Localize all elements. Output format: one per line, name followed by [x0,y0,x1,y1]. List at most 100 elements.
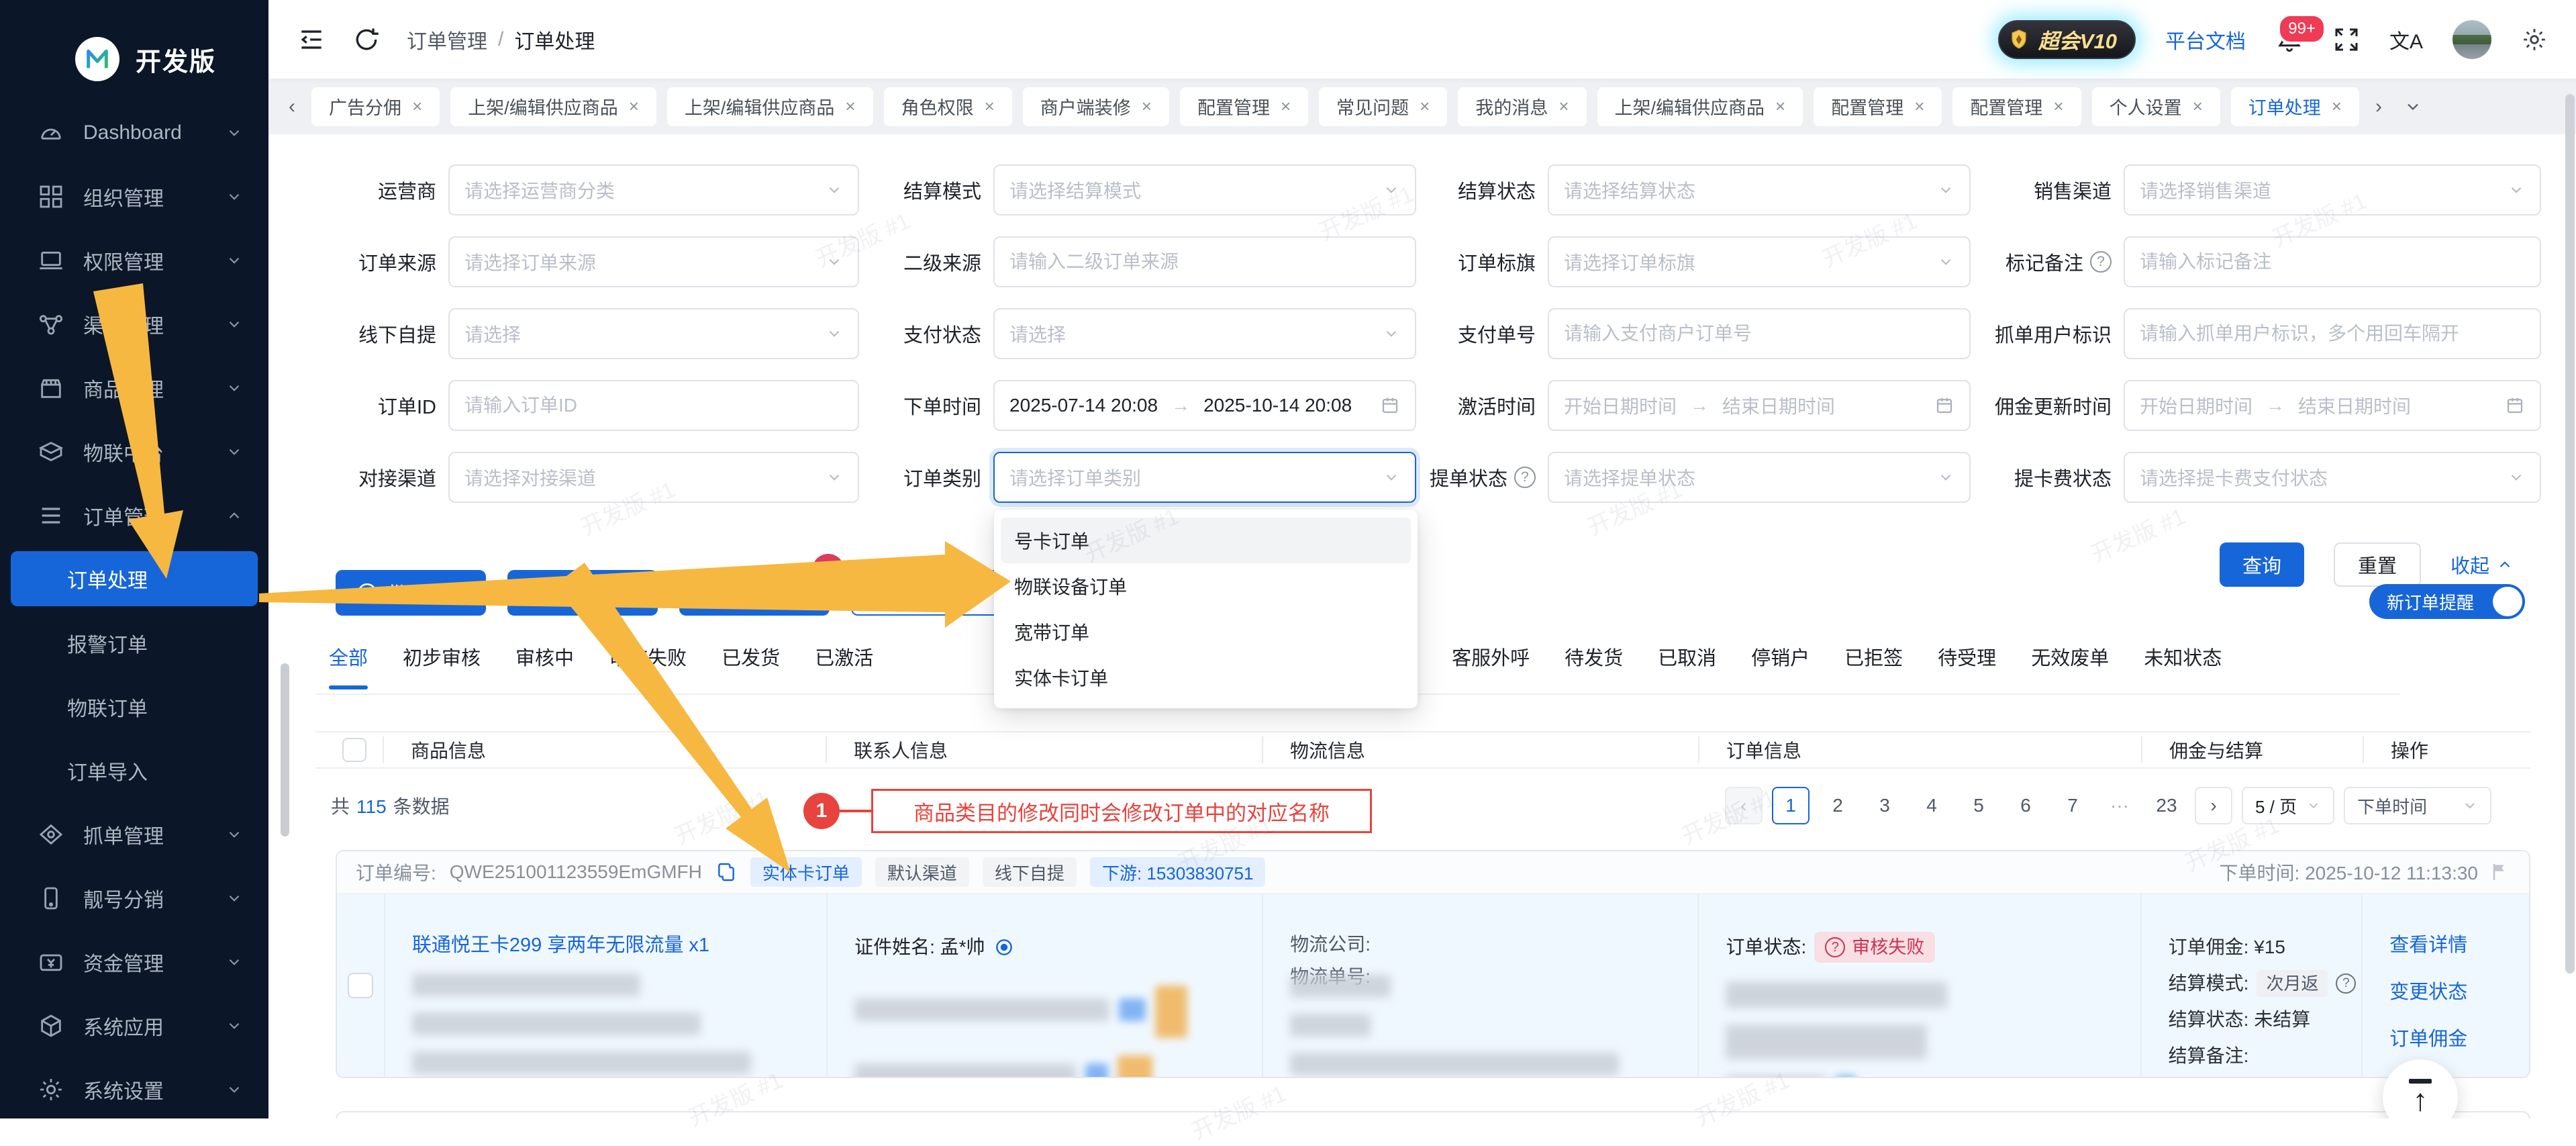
close-icon[interactable]: × [412,96,422,117]
close-icon[interactable]: × [2332,96,2342,117]
secondary-source-input[interactable] [993,236,1416,287]
close-icon[interactable]: × [1420,96,1430,117]
avatar[interactable] [2453,20,2491,59]
status-tab[interactable]: 无效废单 [2031,642,2109,671]
breadcrumb-section[interactable]: 订单管理 [407,25,487,54]
mark-remark-input[interactable] [2124,236,2541,287]
pick-order-status-select[interactable]: 请选择提单状态 [1548,452,1971,503]
pay-order-no-input[interactable] [1548,308,1971,359]
dropdown-option-iot-device[interactable]: 物联设备订单 [1001,563,1411,609]
page-button[interactable]: 1 [1772,787,1810,824]
tab-merchant-decorate[interactable]: 商户端装修× [1023,87,1169,126]
page-button[interactable]: 5 [1960,787,1997,824]
close-icon[interactable]: × [985,96,995,117]
tabs-next-icon[interactable]: › [2370,95,2387,118]
close-icon[interactable]: × [845,96,855,117]
close-icon[interactable]: × [629,96,639,117]
order-source-select[interactable]: 请选择订单来源 [448,236,859,287]
commission-update-time-range[interactable]: 开始日期时间 → 结束日期时间 [2124,380,2541,431]
tab-config-2[interactable]: 配置管理× [1814,87,1942,126]
close-icon[interactable]: × [1775,96,1785,117]
status-tab[interactable]: 待发货 [1565,642,1623,671]
collapse-filters-link[interactable]: 收起 [2450,551,2514,579]
offline-pickup-select[interactable]: 请选择 [448,308,859,359]
tab-ad-commission[interactable]: 广告分佣× [311,87,440,126]
status-tab[interactable]: 已发货 [722,642,780,671]
fullscreen-icon[interactable] [2333,26,2360,53]
settings-gear-icon[interactable] [2521,26,2548,53]
sidebar-subitem-iot-order[interactable]: 物联订单 [0,675,268,738]
card-fee-status-select[interactable]: 请选择提卡费支付状态 [2124,452,2541,503]
sidebar-item-fund[interactable]: 资金管理 [0,930,268,994]
select-all-checkbox[interactable] [342,738,366,762]
status-tab-all[interactable]: 全部 [329,642,368,671]
sidebar-item-iot[interactable]: 物联中台 [0,420,268,483]
tab-faq[interactable]: 常见问题× [1319,87,1447,126]
tab-order-process[interactable]: 订单处理× [2231,87,2359,126]
dock-channel-select[interactable]: 请选择对接渠道 [448,452,859,503]
close-icon[interactable]: × [2193,96,2203,117]
tabs-prev-icon[interactable]: ‹ [283,95,301,118]
close-icon[interactable]: × [1914,96,1924,117]
sales-channel-select[interactable]: 请选择销售渠道 [2124,164,2541,216]
row-checkbox[interactable] [348,973,373,998]
sidebar-item-order[interactable]: 订单管理 [0,483,268,547]
page-size-select[interactable]: 5 / 页 [2242,787,2334,824]
sidebar-item-permission[interactable]: 权限管理 [0,228,268,292]
page-button[interactable]: 7 [2054,787,2091,824]
close-icon[interactable]: × [2053,96,2063,117]
batch-task-button[interactable]: 批量任务 新 [679,570,830,616]
status-tab[interactable]: 审核中 [515,642,574,671]
sidebar-item-channel[interactable]: 渠道管理 [0,292,268,356]
status-tab[interactable]: 已激活 [815,642,873,671]
page-button[interactable]: 4 [1913,787,1950,824]
status-tab[interactable]: 审核失败 [609,642,687,671]
platform-docs-link[interactable]: 平台文档 [2165,25,2246,54]
order-id-input[interactable] [448,380,859,431]
next-page-button[interactable]: › [2195,787,2232,824]
tab-config-3[interactable]: 配置管理× [1952,87,2081,126]
activate-time-range[interactable]: 开始日期时间 → 结束日期时间 [1548,380,1971,431]
sidebar-item-number[interactable]: 靓号分销 [0,866,268,930]
tab-role-permission[interactable]: 角色权限× [884,87,1012,126]
export-order-button[interactable]: 导出订单 [851,570,1004,616]
help-circle-icon[interactable]: ? [1514,467,1536,488]
close-icon[interactable]: × [1281,96,1291,117]
page-button[interactable]: 2 [1819,787,1856,824]
copy-icon[interactable] [715,861,737,883]
sidebar-subitem-order-import[interactable]: 订单导入 [0,738,268,802]
status-tab[interactable]: 已拒签 [1844,642,1903,671]
sidebar-subitem-order-process[interactable]: 订单处理 [11,551,258,606]
sidebar-item-grab[interactable]: 抓单管理 [0,802,268,866]
status-tab[interactable]: 停销户 [1751,642,1810,671]
product-link[interactable]: 联通悦王卡299 享两年无限流量 x1 [412,935,709,956]
close-icon[interactable]: × [1142,96,1152,117]
sidebar-subitem-alarm-order[interactable]: 报警订单 [0,611,268,675]
tab-config-1[interactable]: 配置管理× [1180,87,1308,126]
sidebar-item-settings[interactable]: 系统设置 [0,1057,268,1121]
status-tab[interactable]: 初步审核 [403,642,481,671]
status-tab[interactable]: 待受理 [1938,642,1996,671]
order-time-range[interactable]: 2025-07-14 20:08 → 2025-10-14 20:08 [993,380,1416,431]
operator-select[interactable]: 请选择运营商分类 [448,164,859,216]
search-button[interactable]: 查询 [2220,542,2304,587]
help-circle-icon[interactable]: ? [2090,251,2112,273]
reset-button[interactable]: 重置 [2334,542,2421,587]
page-button[interactable]: 3 [1866,787,1903,824]
close-icon[interactable]: × [1558,96,1569,117]
scrollbar-thumb[interactable] [2565,94,2575,973]
tabs-more-icon[interactable] [2398,97,2428,116]
help-circle-icon[interactable]: ? [2336,973,2356,994]
pay-status-select[interactable]: 请选择 [993,308,1416,359]
menu-collapse-icon[interactable] [297,25,326,54]
status-tab[interactable]: 客服外呼 [1452,642,1530,671]
status-tab[interactable]: 已取消 [1658,642,1716,671]
change-status-link[interactable]: 变更状态 [2389,976,2529,1004]
sidebar-item-sysapp[interactable]: 系统应用 [0,994,268,1057]
batch-settle-button[interactable]: 批量结算 [336,570,486,616]
tab-supply-product-2[interactable]: 上架/编辑供应商品× [667,87,873,126]
notification-bell[interactable]: 99+ [2275,26,2303,54]
dropdown-option-broadband[interactable]: 宽带订单 [1001,609,1411,655]
sort-select[interactable]: 下单时间 [2344,787,2491,824]
dropdown-option-simcard[interactable]: 号卡订单 [1001,518,1411,563]
